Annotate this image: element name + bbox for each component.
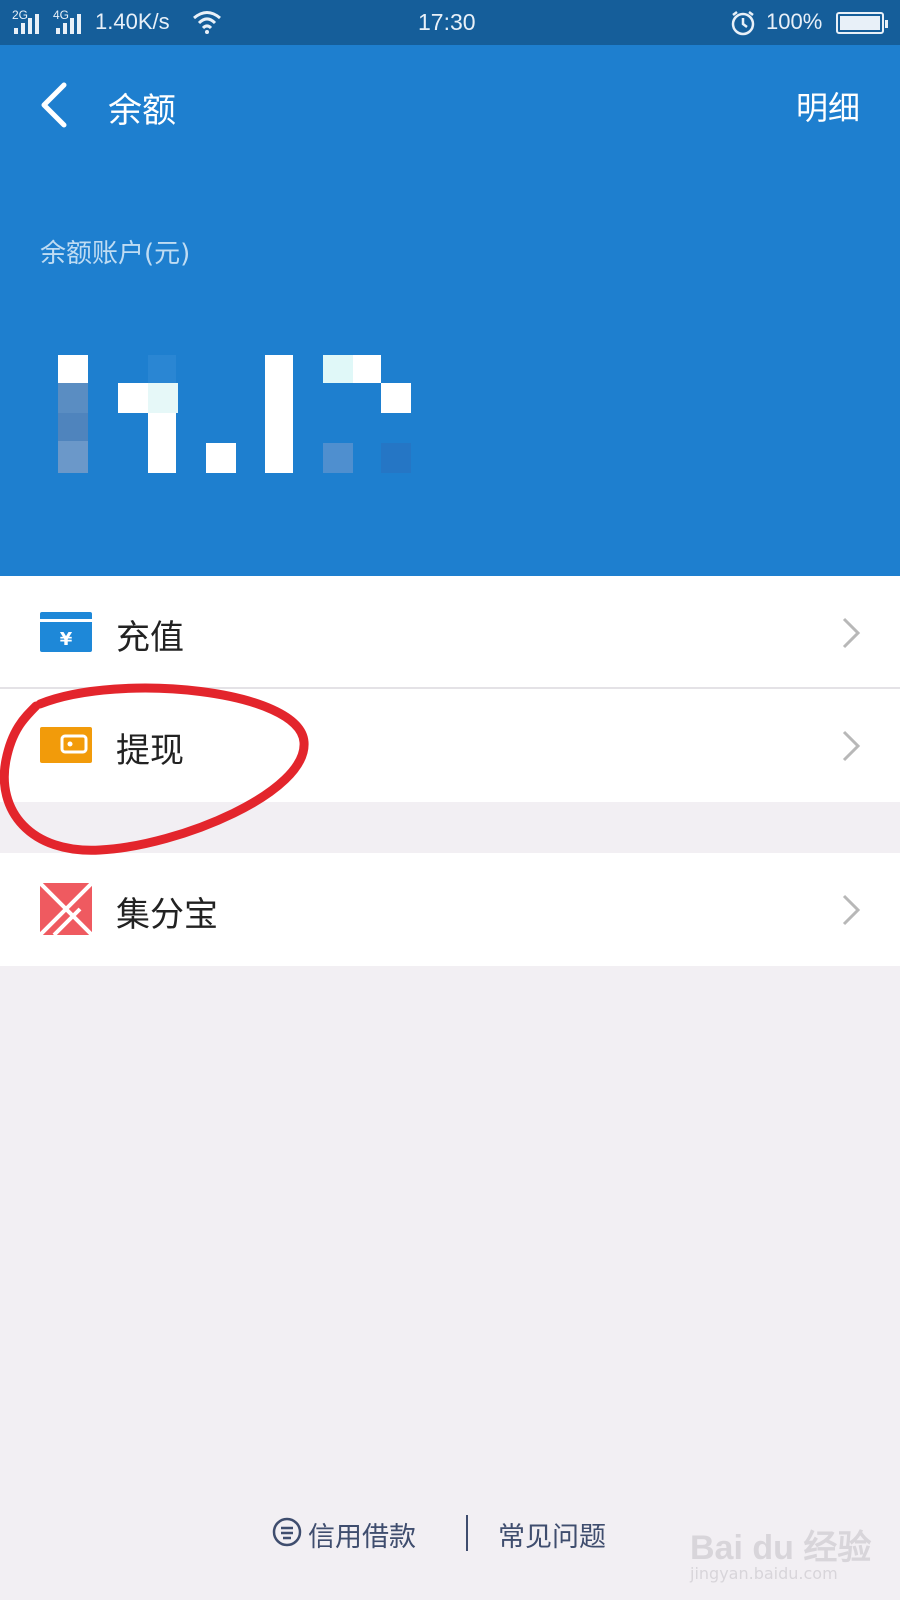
alarm-icon: [731, 11, 755, 36]
balance-header: 余额 明细 余额账户(元): [0, 45, 900, 587]
credit-icon: [272, 1517, 302, 1547]
menu-item-label: 集分宝: [116, 895, 218, 935]
menu-item-label: 提现: [116, 731, 184, 771]
back-arrow-icon: [41, 82, 67, 128]
back-button[interactable]: [34, 75, 78, 135]
menu-item-label: 充值: [116, 618, 184, 658]
net-speed: 1.40K/s: [95, 9, 170, 34]
watermark-main: Bai du 经验: [690, 1529, 872, 1567]
signal-icon-2: [56, 14, 81, 34]
menu-item-withdraw[interactable]: 提现: [0, 689, 900, 802]
balance-amount-mosaic: [58, 355, 418, 480]
credit-loan-link[interactable]: 信用借款: [308, 1515, 416, 1554]
status-bar: 2G 4G 1.40K/s 17:30 100%: [0, 0, 900, 45]
yuan-card-icon: ¥: [40, 612, 92, 652]
detail-button[interactable]: 明细: [796, 83, 860, 129]
faq-link[interactable]: 常见问题: [498, 1515, 606, 1554]
account-label: 余额账户(元): [40, 239, 191, 269]
menu-item-recharge[interactable]: ¥ 充值: [0, 576, 900, 689]
chevron-right-icon: [842, 894, 861, 926]
jifenbao-icon: [40, 883, 92, 935]
signal-icon: [14, 14, 39, 34]
page-title: 余额: [108, 91, 176, 131]
chevron-right-icon: [842, 617, 861, 649]
footer-divider: [466, 1515, 468, 1551]
svg-text:¥: ¥: [60, 629, 73, 650]
baidu-watermark: Bai du 经验 jingyan.baidu.com: [690, 1520, 872, 1583]
chevron-right-icon: [842, 730, 861, 762]
menu-group-points: 集分宝: [0, 853, 900, 966]
menu-item-jifenbao[interactable]: 集分宝: [0, 853, 900, 966]
wifi-icon: [193, 11, 221, 34]
clock: 17:30: [418, 9, 476, 35]
battery-percent: 100%: [766, 9, 823, 34]
menu-group-funds: ¥ 充值 提现: [0, 576, 900, 802]
watermark-sub: jingyan.baidu.com: [690, 1564, 838, 1583]
battery-icon: [836, 12, 888, 34]
wallet-icon: [40, 727, 92, 763]
